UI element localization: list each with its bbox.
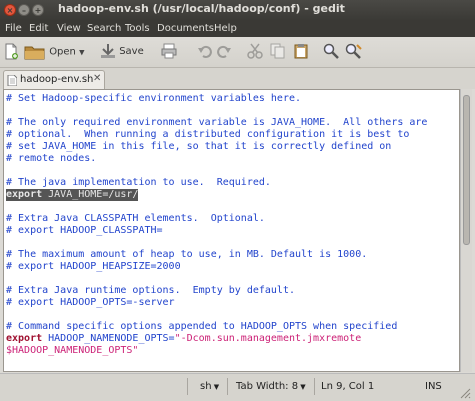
maximize-icon: + <box>34 6 42 15</box>
menu-tools[interactable]: Tools <box>125 23 150 34</box>
code-line: # remote nodes. <box>6 153 97 164</box>
maximize-window-button[interactable]: + <box>32 4 44 16</box>
copy-button[interactable] <box>270 43 286 61</box>
find-button[interactable] <box>323 43 339 61</box>
tab-label: hadoop-env.sh <box>20 74 94 85</box>
clipboard-icon <box>294 44 308 59</box>
status-bar: sh ▼ Tab Width: 8 ▼ Ln 9, Col 1 INS <box>0 373 475 401</box>
scissors-icon <box>247 43 263 59</box>
undo-button[interactable] <box>197 43 213 61</box>
menu-search[interactable]: Search <box>87 23 121 34</box>
text-file-icon <box>7 75 17 86</box>
open-dropdown-icon[interactable]: ▼ <box>79 49 84 57</box>
menu-bar: File Edit View Search Tools Documents He… <box>0 21 475 37</box>
code-line: $HADOOP_NAMENODE_OPTS" <box>6 345 139 356</box>
window-title: hadoop-env.sh (/usr/local/hadoop/conf) -… <box>58 2 345 15</box>
folder-icon <box>24 46 45 60</box>
code-line: # The java implementation to use. Requir… <box>6 177 271 188</box>
namenode-var: HADOOP_NAMENODE_OPTS= <box>42 333 175 344</box>
gedit-window: × – + hadoop-env.sh (/usr/local/hadoop/c… <box>0 0 475 401</box>
new-document-button[interactable] <box>4 43 18 61</box>
status-separator <box>187 378 188 395</box>
toolbar: Open ▼ Save <box>0 37 475 68</box>
cursor-position: Ln 9, Col 1 <box>321 381 375 392</box>
code-line: # export HADOOP_CLASSPATH= <box>6 225 163 236</box>
redo-button[interactable] <box>216 43 232 61</box>
tab-width-label: Tab Width: 8 <box>236 381 299 392</box>
new-document-icon <box>5 43 18 60</box>
copy-icon <box>270 43 285 59</box>
text-editor[interactable]: # Set Hadoop-specific environment variab… <box>3 89 460 372</box>
tab-hadoop-env[interactable]: hadoop-env.sh ✕ <box>3 70 105 89</box>
language-selector[interactable]: sh ▼ <box>200 381 219 392</box>
find-replace-icon <box>345 43 362 59</box>
code-line: # optional. When running a distributed c… <box>6 129 410 140</box>
code-line: # Command specific options appended to H… <box>6 321 398 332</box>
code-line: # set JAVA_HOME in this file, so that it… <box>6 141 392 152</box>
document-tabs: hadoop-env.sh ✕ <box>0 68 475 89</box>
resize-grip-icon[interactable] <box>459 387 471 399</box>
status-separator <box>314 378 315 395</box>
cut-button[interactable] <box>247 43 263 61</box>
minimize-window-button[interactable]: – <box>18 4 30 16</box>
menu-file[interactable]: File <box>5 23 22 34</box>
status-separator <box>227 378 228 395</box>
vertical-scrollbar[interactable] <box>460 89 472 372</box>
close-icon: × <box>6 6 14 15</box>
insert-mode: INS <box>425 381 442 392</box>
chevron-down-icon: ▼ <box>211 383 220 391</box>
title-bar[interactable]: × – + hadoop-env.sh (/usr/local/hadoop/c… <box>0 0 475 21</box>
find-replace-button[interactable] <box>345 43 363 61</box>
code-line: # export HADOOP_HEAPSIZE=2000 <box>6 261 181 272</box>
scrollbar-thumb[interactable] <box>463 95 470 245</box>
java-home-assignment: JAVA_HOME=/usr/ <box>42 189 139 200</box>
code-line: # The only required environment variable… <box>6 117 428 128</box>
save-button[interactable]: Save <box>100 43 144 61</box>
tab-width-selector[interactable]: Tab Width: 8 ▼ <box>236 381 306 392</box>
namenode-opts-line: export HADOOP_NAMENODE_OPTS="-Dcom.sun.m… <box>6 333 361 345</box>
open-button[interactable]: Open ▼ <box>24 43 84 61</box>
search-icon <box>323 43 339 59</box>
menu-help[interactable]: Help <box>214 23 237 34</box>
print-button[interactable] <box>161 43 177 61</box>
namenode-value: "-Dcom.sun.management.jmxremote <box>174 333 362 344</box>
menu-edit[interactable]: Edit <box>29 23 48 34</box>
paste-button[interactable] <box>293 43 309 61</box>
open-label: Open <box>49 46 76 58</box>
undo-icon <box>198 45 212 58</box>
tab-close-icon[interactable]: ✕ <box>93 73 101 84</box>
printer-icon <box>161 43 177 59</box>
export-keyword: export <box>6 333 43 344</box>
menu-view[interactable]: View <box>57 23 81 34</box>
chevron-down-icon: ▼ <box>298 383 306 391</box>
code-line: # Set Hadoop-specific environment variab… <box>6 93 302 104</box>
java-home-line: export JAVA_HOME=/usr/ <box>6 189 139 201</box>
save-icon <box>101 44 115 58</box>
minimize-icon: – <box>22 6 26 15</box>
language-label: sh <box>200 381 212 392</box>
code-line: # The maximum amount of heap to use, in … <box>6 249 368 260</box>
code-line: # export HADOOP_OPTS=-server <box>6 297 175 308</box>
save-label: Save <box>119 46 144 57</box>
export-keyword: export <box>6 189 43 200</box>
close-window-button[interactable]: × <box>4 4 16 16</box>
redo-icon <box>217 45 231 58</box>
menu-documents[interactable]: Documents <box>157 23 214 34</box>
code-line: # Extra Java runtime options. Empty by d… <box>6 285 295 296</box>
code-line: # Extra Java CLASSPATH elements. Optiona… <box>6 213 265 224</box>
